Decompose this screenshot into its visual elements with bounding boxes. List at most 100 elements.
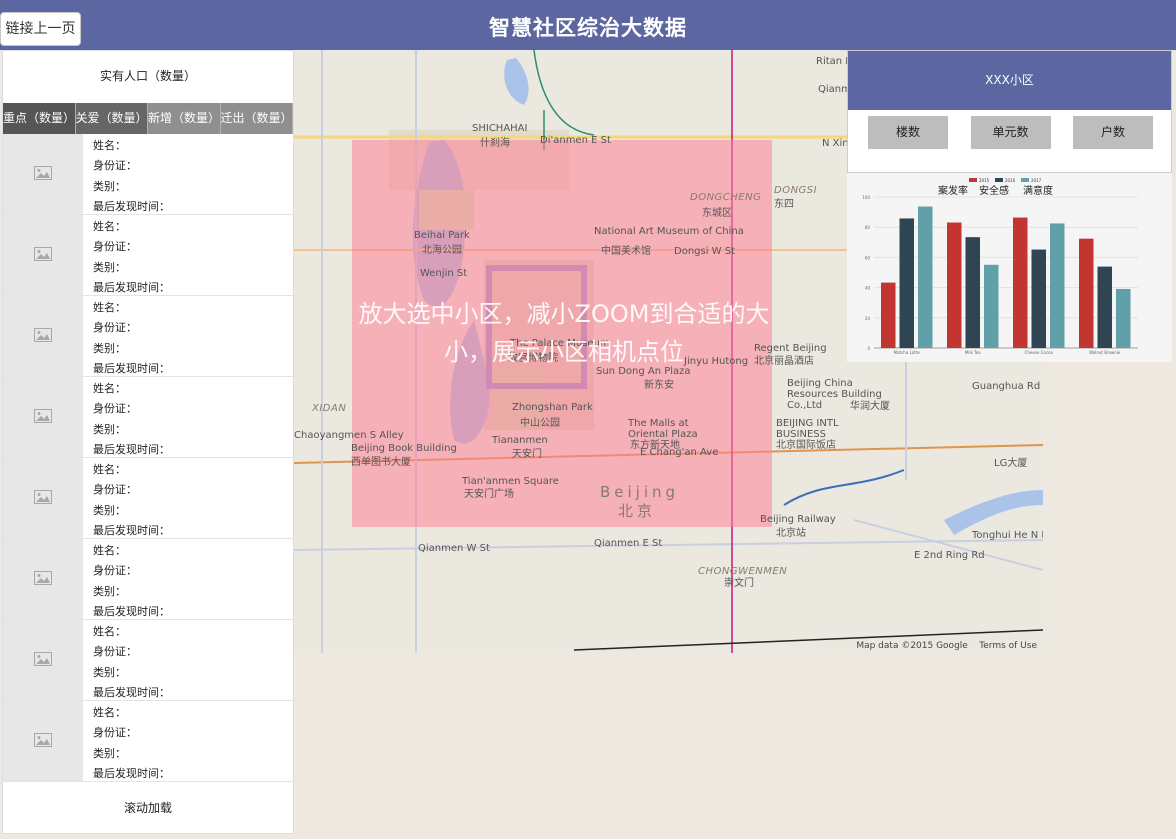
person-row[interactable]: 姓名： 身份证： 类别： 最后发现时间： [3, 296, 293, 377]
map-label: 崇文门 [724, 578, 754, 589]
person-field-name: 姓名： [93, 706, 126, 719]
community-name: XXX小区 [848, 51, 1171, 110]
person-field-type: 类别： [93, 422, 126, 436]
chart-svg: 0 20 40 60 80 100 2015 2016 2017 案发率 安全感 满意度 Matcha … [862, 178, 1138, 355]
y-tick-label: 0 [867, 346, 870, 351]
map-label: 东城区 [702, 208, 732, 219]
y-tick-label: 100 [862, 195, 870, 200]
map-label: Chaoyangmen S Alley [294, 430, 404, 441]
person-row[interactable]: 姓名： 身份证： 类别： 最后发现时间： [3, 458, 293, 539]
person-row[interactable]: 姓名： 身份证： 类别： 最后发现时间： [3, 215, 293, 296]
page-header: 智慧社区综治大数据 链接上一页 [0, 0, 1176, 50]
legend-label: 2015 [979, 178, 990, 183]
map-label: 华润大厦 [850, 401, 890, 412]
population-tabs: 重点（数量） 关爱（数量） 新增（数量） 迁出（数量） [3, 103, 293, 134]
map-label: 天安门 [512, 449, 542, 460]
map-label: Beijing [600, 483, 680, 501]
person-field-type: 类别： [93, 341, 126, 355]
photo-placeholder [3, 377, 83, 457]
map-label: 东四 [774, 199, 794, 210]
map-label: DONGCHENG [690, 192, 762, 203]
person-field-type: 类别： [93, 260, 126, 274]
image-icon [34, 651, 52, 670]
bar [1097, 266, 1112, 348]
map-label: 北海公园 [422, 245, 462, 256]
person-field-id: 身份证： [93, 159, 137, 173]
person-info: 姓名： 身份证： 类别： 最后发现时间： [83, 134, 170, 214]
x-tick-label: Milk Tea [965, 350, 981, 355]
bar [881, 282, 896, 348]
image-icon [34, 489, 52, 508]
app-root: SHICHAHAI 什刹海 Di'anmen E St Beihai Park … [0, 0, 1176, 839]
y-tick-label: 20 [865, 316, 871, 321]
map-label: Wenjin St [420, 268, 468, 279]
bar [1116, 288, 1131, 348]
tab-new[interactable]: 新增（数量） [148, 103, 221, 134]
person-row[interactable]: 姓名： 身份证： 类别： 最后发现时间： [3, 377, 293, 458]
terms-link[interactable]: Terms of Use [979, 641, 1037, 651]
person-info: 姓名： 身份证： 类别： 最后发现时间： [83, 296, 170, 376]
indicator-chart: 0 20 40 60 80 100 2015 2016 2017 案发率 安全感 满意度 Matcha … [847, 173, 1172, 362]
photo-placeholder [3, 296, 83, 376]
person-field-id: 身份证： [93, 645, 137, 659]
person-field-type: 类别： [93, 503, 126, 517]
person-info: 姓名： 身份证： 类别： 最后发现时间： [83, 377, 170, 457]
map-label: 中国美术馆 [601, 246, 651, 257]
person-field-name: 姓名： [93, 139, 126, 152]
photo-placeholder [3, 701, 83, 781]
photo-placeholder [3, 134, 83, 214]
map-attribution: Map data ©2015 Google Terms of Use [856, 641, 1037, 651]
map-label: 中山公园 [520, 418, 560, 429]
map-label: 北京 [618, 502, 657, 520]
population-title: 实有人口（数量） [99, 69, 196, 83]
legend-swatch [1021, 178, 1029, 182]
photo-placeholder [3, 620, 83, 700]
person-info: 姓名： 身份证： 类别： 最后发现时间： [83, 701, 170, 781]
map-label: 北京国际饭店 [776, 440, 836, 451]
load-more-button[interactable]: 滚动加载 [3, 782, 293, 834]
person-row[interactable]: 姓名： 身份证： 类别： 最后发现时间： [3, 134, 293, 215]
person-row[interactable]: 姓名： 身份证： 类别： 最后发现时间： [3, 701, 293, 782]
map-label: Zhongshan Park [512, 402, 593, 413]
bar [947, 222, 962, 348]
unit-count-button[interactable]: 单元数 [970, 116, 1051, 149]
image-icon [34, 327, 52, 346]
tab-care[interactable]: 关爱（数量） [75, 103, 148, 134]
map-label: Dongsi W St [674, 246, 736, 257]
bar [1079, 238, 1094, 348]
bar [918, 206, 933, 348]
person-info: 姓名： 身份证： 类别： 最后发现时间： [83, 620, 170, 700]
map-label: Beihai Park [414, 230, 470, 241]
map-instruction: 放大选中小区，减小ZOOM到合适的大小，展示小区相机点位 [358, 300, 770, 366]
map-label: 什刹海 [480, 138, 510, 149]
person-row[interactable]: 姓名： 身份证： 类别： 最后发现时间： [3, 620, 293, 701]
person-list[interactable]: 姓名： 身份证： 类别： 最后发现时间： 姓名： 身份证： 类别： 最后发现时间： 姓名： 身份证… [3, 134, 293, 782]
building-count-button[interactable]: 楼数 [868, 116, 948, 149]
legend-label: 2016 [1005, 178, 1016, 183]
map-label: 天安门广场 [464, 489, 514, 500]
person-field-id: 身份证： [93, 483, 137, 497]
indicator-label: 安全感 [979, 184, 1009, 197]
tab-key[interactable]: 重点（数量） [3, 103, 76, 134]
map-label: Guanghua Rd [972, 381, 1041, 392]
y-tick-label: 60 [865, 255, 871, 260]
x-tick-label: Cheese Cocoa [1025, 350, 1054, 355]
map-label: XIDAN [312, 403, 347, 414]
back-button[interactable]: 链接上一页 [0, 12, 81, 46]
bar [1013, 217, 1028, 348]
person-field-name: 姓名： [93, 382, 126, 395]
person-field-type: 类别： [93, 665, 126, 679]
household-count-button[interactable]: 户数 [1073, 116, 1153, 149]
map-label: E 2nd Ring Rd [914, 550, 985, 561]
person-field-id: 身份证： [93, 240, 137, 254]
map-label: Qianmen W St [418, 543, 490, 554]
bar [965, 237, 980, 348]
person-row[interactable]: 姓名： 身份证： 类别： 最后发现时间： [3, 539, 293, 620]
person-info: 姓名： 身份证： 类别： 最后发现时间： [83, 215, 170, 295]
community-panel: XXX小区 楼数 单元数 户数 [847, 50, 1172, 173]
map-label: 西单图书大厦 [351, 457, 411, 468]
person-field-type: 类别： [93, 584, 126, 598]
tab-moved-out[interactable]: 迁出（数量） [220, 103, 293, 134]
map-label: Di'anmen E St [540, 135, 611, 146]
x-tick-label: Matcha Latte [894, 350, 921, 355]
